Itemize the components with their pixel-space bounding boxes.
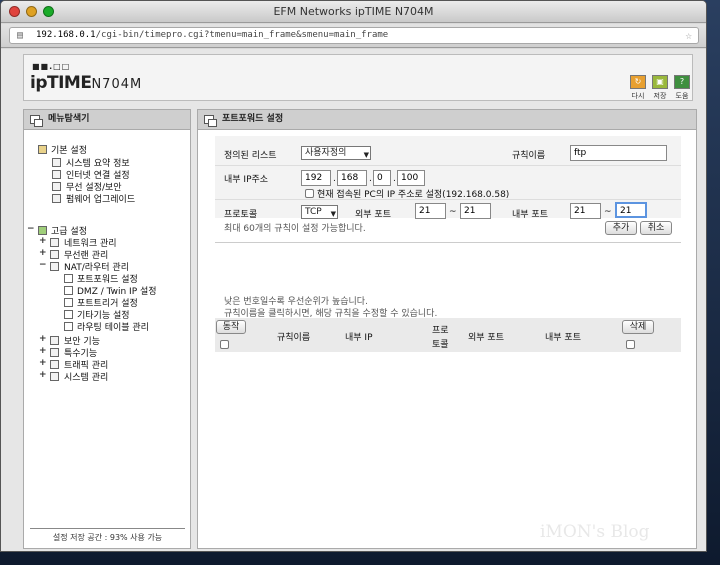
traffic-icon	[50, 360, 59, 369]
firmware-icon	[52, 194, 61, 203]
window-icon	[204, 115, 217, 127]
predefined-list-label: 정의된 리스트	[224, 151, 277, 161]
internal-port-from[interactable]: 21	[570, 203, 601, 219]
summary-icon	[52, 158, 61, 167]
ip-octet-3[interactable]: 0	[373, 170, 391, 186]
address-bar: ▤ 192.168.0.1/cgi-bin/timepro.cgi?tmenu=…	[1, 24, 706, 48]
add-button[interactable]: 추가	[605, 221, 637, 235]
bookmark-star-icon[interactable]: ☆	[685, 28, 692, 43]
ip-octet-1[interactable]: 192	[301, 170, 331, 186]
save-label[interactable]: 저장	[649, 91, 671, 101]
port-forward-panel: 포트포워드 설정 정의된 리스트 사용자정의 ▼ 규칙이름 ftp 내부 IP주소…	[197, 109, 697, 549]
cancel-button[interactable]: 취소	[640, 221, 672, 235]
panel-header: 메뉴탐색기	[24, 110, 190, 130]
wireless-icon	[52, 182, 61, 191]
external-port-from[interactable]: 21	[415, 203, 446, 219]
col-protocol-1: 프로	[432, 326, 449, 336]
save-icon[interactable]: ▣	[652, 75, 668, 89]
rule-form: 정의된 리스트 사용자정의 ▼ 규칙이름 ftp 내부 IP주소 192 . 16…	[215, 136, 681, 220]
wlan-icon	[50, 250, 59, 259]
delete-button[interactable]: 삭제	[622, 320, 654, 334]
help-icon[interactable]: ?	[674, 75, 690, 89]
url-path: /cgi-bin/timepro.cgi?tmenu=main_frame&sm…	[95, 30, 389, 40]
window-icon	[30, 115, 43, 127]
menu-explorer-panel: 메뉴탐색기 기본 설정 시스템 요약 정보 인터넷 연결 설정 무선 설정/보안…	[23, 109, 191, 549]
expand-icon[interactable]: +	[39, 248, 47, 258]
delete-all-checkbox[interactable]	[626, 340, 635, 349]
external-port-to[interactable]: 21	[460, 203, 491, 219]
current-pc-checkbox[interactable]	[305, 189, 314, 198]
advanced-folder-icon	[38, 226, 47, 235]
panel-title: 메뉴탐색기	[48, 114, 90, 124]
page-icon	[64, 274, 73, 283]
expand-icon[interactable]: +	[39, 346, 47, 356]
col-internal-port: 내부 포트	[545, 333, 581, 343]
url-field[interactable]: ▤ 192.168.0.1/cgi-bin/timepro.cgi?tmenu=…	[9, 27, 699, 44]
protocol-label: 프로토콜	[224, 210, 258, 220]
browser-window: EFM Networks ipTIME N704M ▤ 192.168.0.1/…	[0, 0, 707, 552]
help-label[interactable]: 도움	[671, 91, 693, 101]
rule-name-label: 규칙이름	[512, 151, 546, 161]
col-internal-ip: 내부 IP	[345, 333, 373, 343]
page-icon: ▤	[17, 30, 24, 41]
collapse-icon[interactable]: −	[27, 224, 35, 234]
panel-title: 포트포워드 설정	[222, 114, 284, 124]
expand-icon[interactable]: +	[39, 334, 47, 344]
lock-icon	[50, 336, 59, 345]
url-host: 192.168.0.1	[36, 30, 96, 40]
menu-firmware-upgrade[interactable]: 펌웨어 업그레이드	[66, 192, 135, 205]
iptime-logo: ipTIMEN704M	[30, 73, 143, 93]
ip-octet-2[interactable]: 168	[337, 170, 367, 186]
expand-icon[interactable]: +	[39, 358, 47, 368]
system-icon	[50, 372, 59, 381]
basic-settings[interactable]: 기본 설정	[51, 143, 87, 156]
rule-name-input[interactable]: ftp	[570, 145, 667, 161]
page-icon	[64, 310, 73, 319]
page-icon	[64, 298, 73, 307]
collapse-icon[interactable]: −	[39, 260, 47, 270]
router-page: ■■.□□ ipTIMEN704M ↻ 다시 ▣ 저장 ? 도움 메뉴탐색기 기…	[1, 49, 706, 551]
ip-octet-4[interactable]: 100	[397, 170, 425, 186]
special-icon	[50, 348, 59, 357]
internal-ip-label: 내부 IP주소	[224, 175, 269, 185]
panel-header: 포트포워드 설정	[198, 110, 696, 130]
network-icon	[50, 238, 59, 247]
storage-status: 설정 저장 공간 : 93% 사용 가능	[30, 528, 185, 543]
dropdown-arrow-icon: ▼	[363, 151, 369, 159]
logo-dots: ■■.□□	[32, 62, 71, 71]
menu-routing-table[interactable]: 라우팅 테이블 관리	[77, 320, 149, 333]
nat-icon	[50, 262, 59, 271]
col-rule-name: 규칙이름	[277, 333, 311, 343]
col-protocol-2: 토콜	[432, 340, 449, 350]
title-bar: EFM Networks ipTIME N704M	[1, 1, 706, 23]
dropdown-arrow-icon: ▼	[330, 210, 336, 218]
menu-system[interactable]: 시스템 관리	[64, 370, 108, 383]
action-button[interactable]: 동작	[216, 320, 246, 334]
predefined-list-select[interactable]: 사용자정의 ▼	[301, 146, 371, 160]
expand-icon[interactable]: +	[39, 370, 47, 380]
internal-port-label: 내부 포트	[512, 210, 548, 220]
protocol-select[interactable]: TCP ▼	[301, 205, 338, 219]
external-port-label: 외부 포트	[355, 210, 391, 220]
settings-folder-icon	[38, 145, 47, 154]
internal-port-to[interactable]: 21	[615, 202, 647, 218]
page-icon	[64, 286, 73, 295]
rule-limit-note: 최대 60개의 규칙이 설정 가능합니다.	[224, 224, 366, 234]
refresh-label[interactable]: 다시	[627, 91, 649, 101]
page-icon	[64, 322, 73, 331]
router-header: ■■.□□ ipTIMEN704M ↻ 다시 ▣ 저장 ? 도움	[23, 54, 693, 101]
select-all-checkbox[interactable]	[220, 340, 229, 349]
internet-icon	[52, 170, 61, 179]
blog-watermark: iMON's Blog	[540, 522, 650, 542]
col-external-port: 외부 포트	[468, 333, 504, 343]
window-title: EFM Networks ipTIME N704M	[273, 5, 434, 18]
rules-table-header: 동작 규칙이름 내부 IP 프로 토콜 외부 포트 내부 포트 삭제	[215, 318, 681, 352]
refresh-icon[interactable]: ↻	[630, 75, 646, 89]
expand-icon[interactable]: +	[39, 236, 47, 246]
